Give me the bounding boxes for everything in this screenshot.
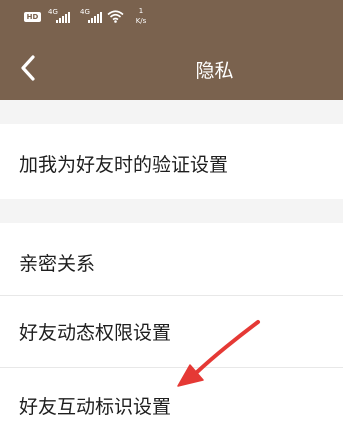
section-gap <box>0 100 343 124</box>
signal-1-icon <box>56 12 70 23</box>
settings-row-label: 亲密关系 <box>19 253 96 275</box>
page-title: 隐私 <box>195 60 234 82</box>
signal-2-icon <box>88 12 102 23</box>
speed-unit: K/s <box>135 17 147 25</box>
settings-row-label: 好友互动标识设置 <box>19 396 172 418</box>
speed-value: 1 <box>138 7 144 15</box>
red-arrow-annotation <box>177 320 260 387</box>
settings-row-verification[interactable]: 加我为好友时的验证设置 <box>0 124 343 199</box>
header: HD 4G 4G 1 K/s 隐私 <box>0 0 343 100</box>
settings-row-label: 加我为好友时的验证设置 <box>19 154 229 176</box>
settings-row-label: 好友动态权限设置 <box>19 322 172 344</box>
section-gap <box>0 199 343 223</box>
nav-bar: 隐私 <box>0 40 343 100</box>
hd-badge: HD <box>24 12 41 22</box>
wifi-icon <box>107 10 124 23</box>
settings-row-intimacy[interactable]: 亲密关系 <box>0 223 343 295</box>
status-bar: HD 4G 4G 1 K/s <box>0 0 343 36</box>
